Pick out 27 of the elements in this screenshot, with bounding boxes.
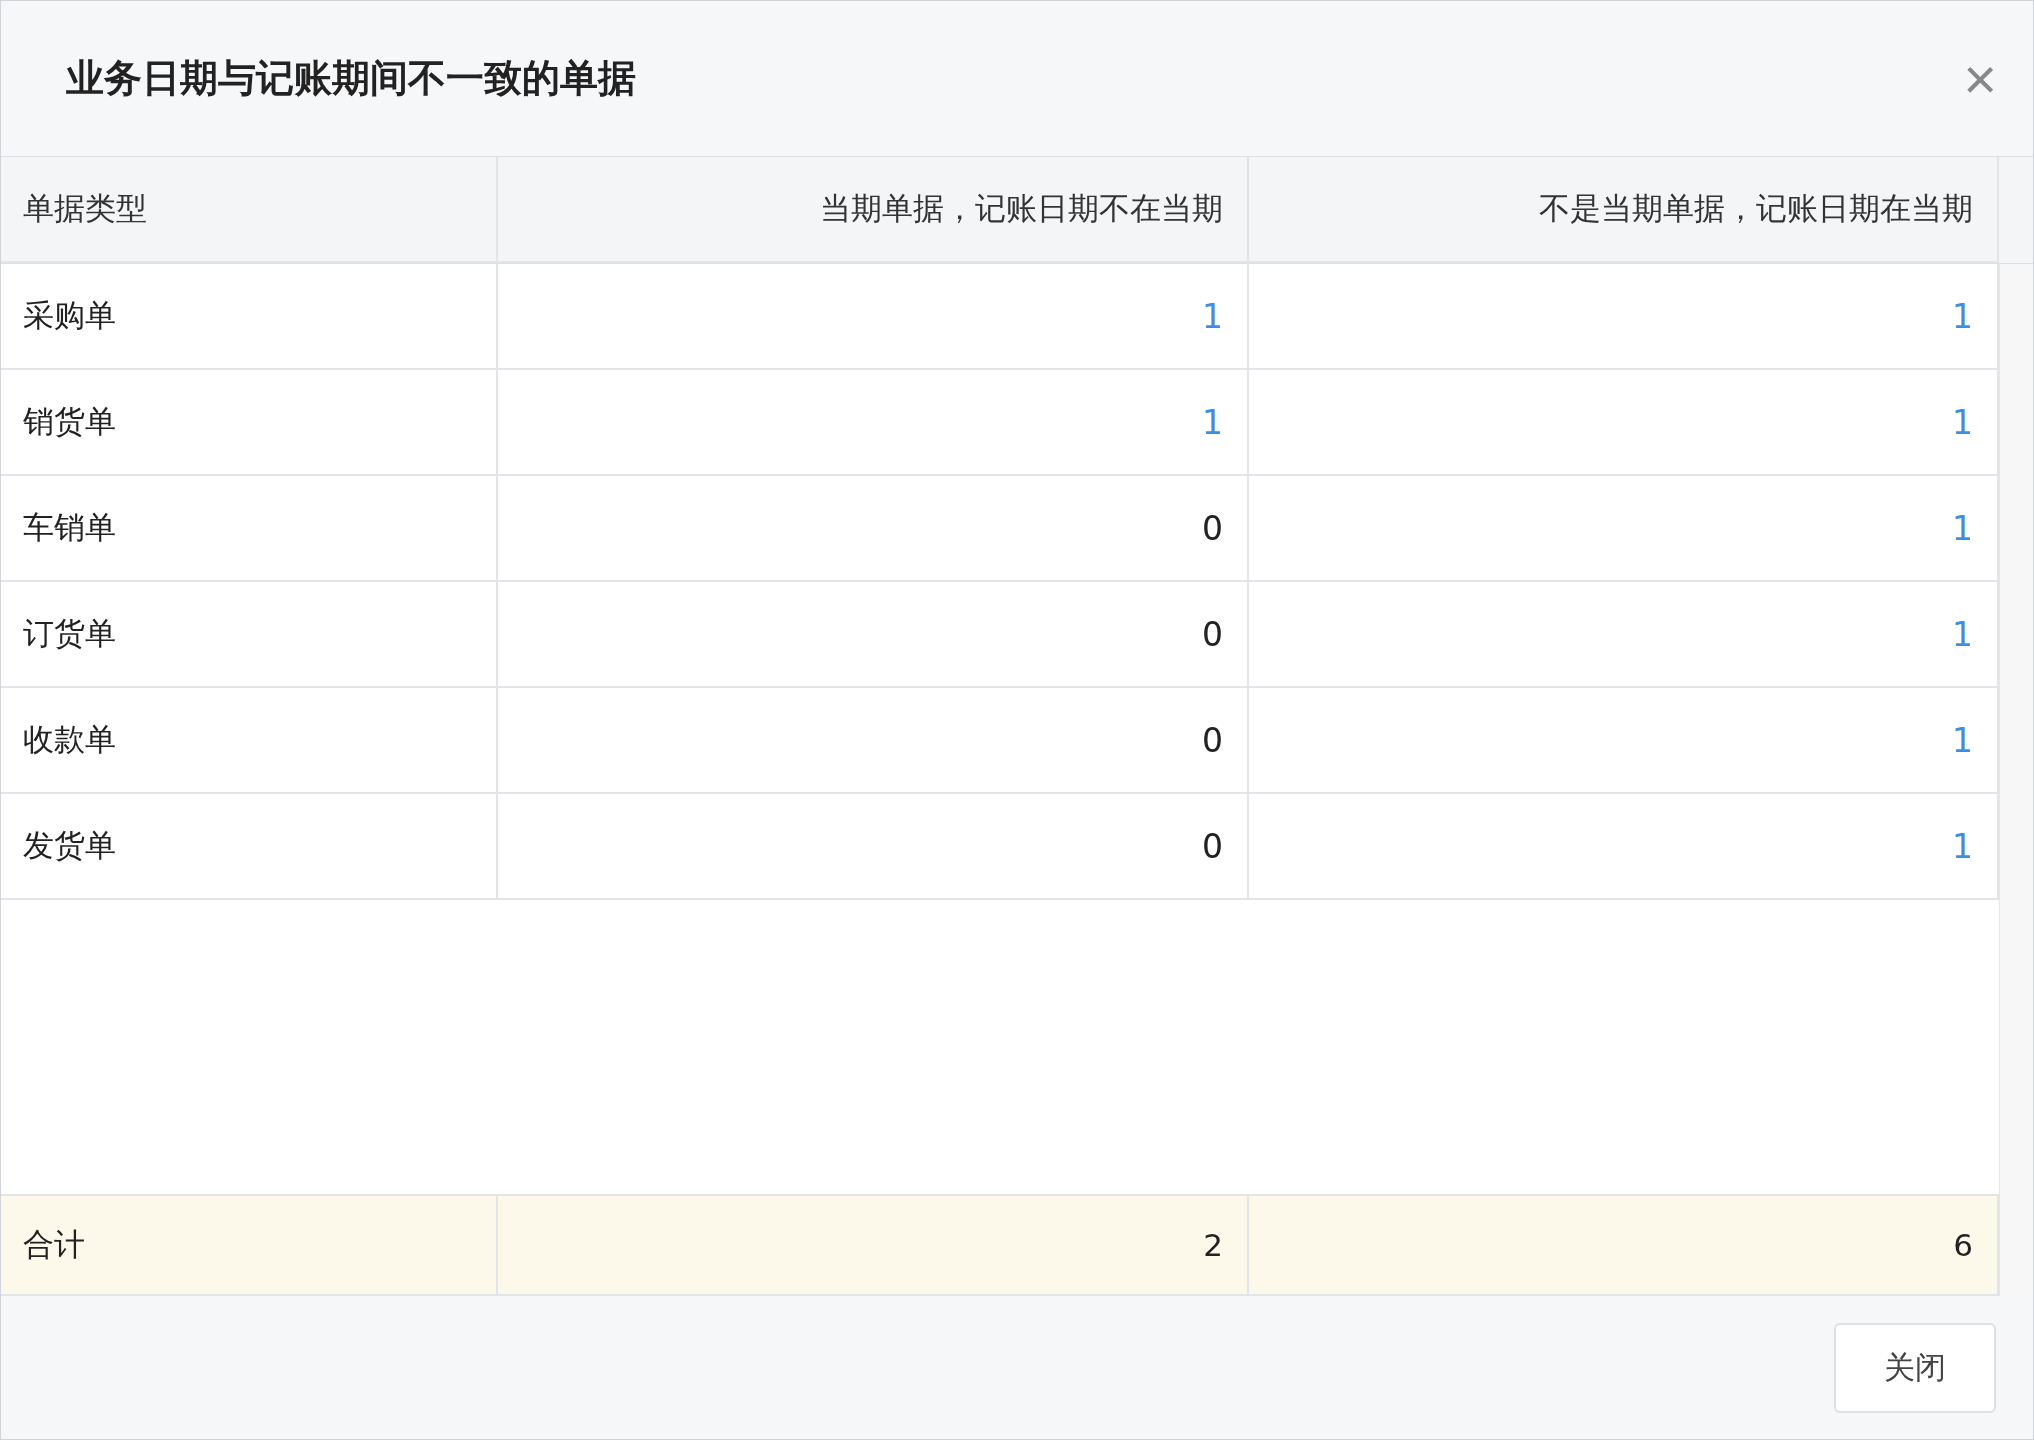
count-text: 0 — [1202, 614, 1223, 654]
count-link[interactable]: 1 — [1952, 720, 1973, 760]
table-cell: 订货单 — [1, 582, 498, 688]
table-cell: 车销单 — [1, 476, 498, 582]
dialog-title: 业务日期与记账期间不一致的单据 — [66, 55, 636, 102]
total-label: 合计 — [1, 1196, 498, 1296]
count-link[interactable]: 1 — [1952, 402, 1973, 442]
count-link[interactable]: 1 — [1952, 614, 1973, 654]
close-dialog-button[interactable]: 关闭 — [1834, 1322, 1996, 1413]
count-link[interactable]: 1 — [1952, 508, 1973, 548]
column-header: 单据类型 — [1, 157, 498, 263]
table-cell: 收款单 — [1, 688, 498, 794]
count-text: 0 — [1202, 826, 1223, 866]
column-header: 不是当期单据，记账日期在当期 — [1249, 157, 1999, 263]
count-link[interactable]: 1 — [1202, 296, 1223, 336]
table-cell: 采购单 — [1, 264, 498, 370]
total-cell: 2 — [498, 1196, 1249, 1296]
count-link[interactable]: 1 — [1952, 826, 1973, 866]
count-link[interactable]: 1 — [1952, 296, 1973, 336]
scrollbar-track[interactable] — [1999, 264, 2033, 1296]
total-cell: 6 — [1249, 1196, 1999, 1296]
close-button[interactable]: × — [1955, 45, 2005, 112]
count-text: 0 — [1202, 720, 1223, 760]
column-header: 当期单据，记账日期不在当期 — [498, 157, 1249, 263]
count-text: 0 — [1202, 508, 1223, 548]
count-link[interactable]: 1 — [1202, 402, 1223, 442]
table-cell: 销货单 — [1, 370, 498, 476]
